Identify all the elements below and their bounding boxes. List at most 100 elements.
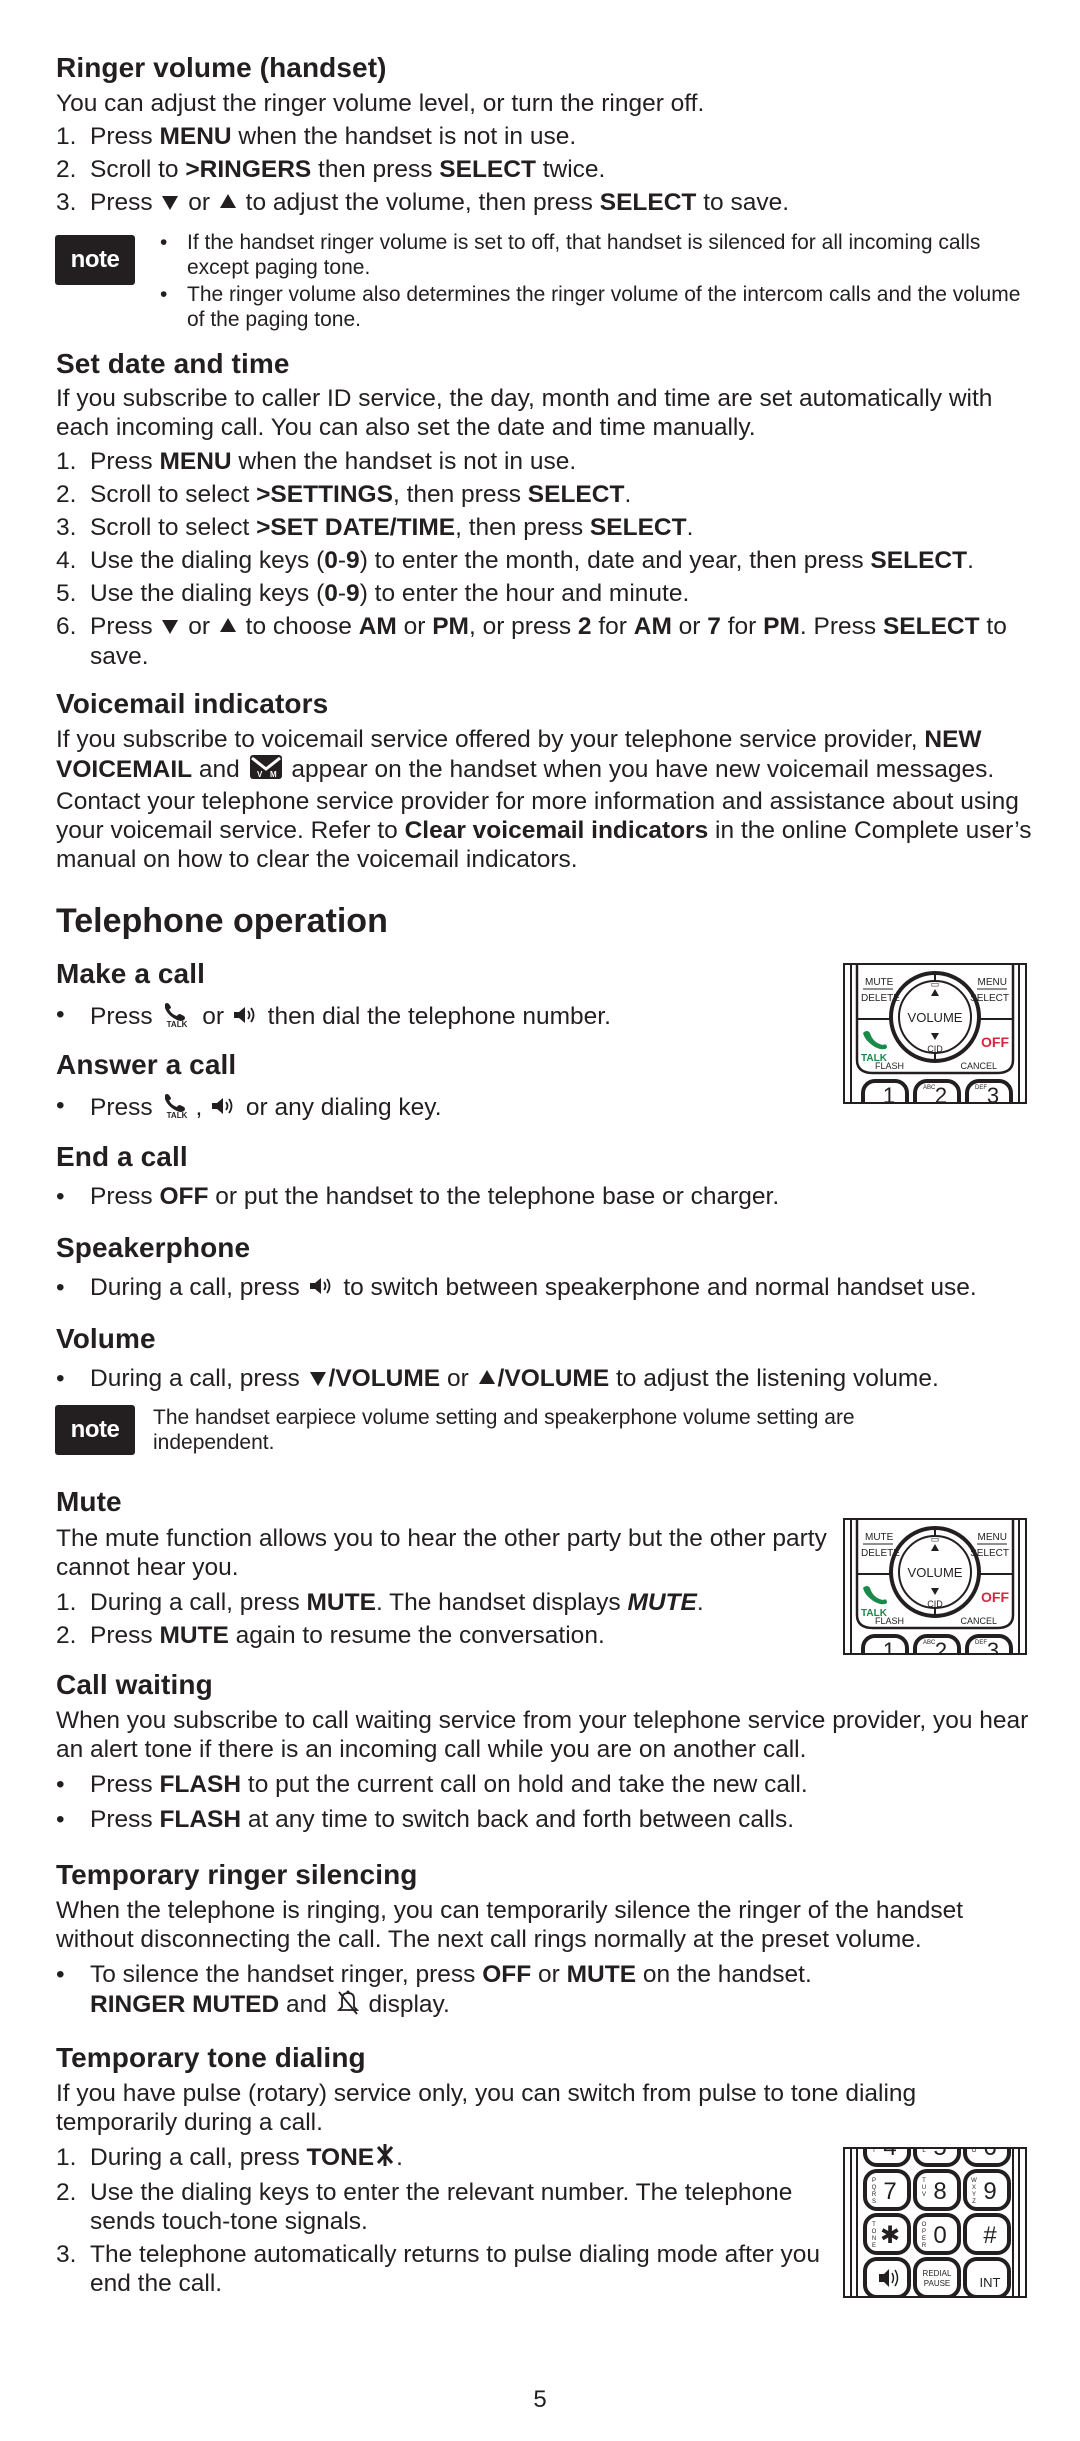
svg-text:E: E bbox=[922, 2236, 926, 2242]
svg-text:3: 3 bbox=[987, 1083, 999, 1104]
text-run: to put the current call on hold and take… bbox=[241, 1771, 808, 1798]
svg-text:Z: Z bbox=[972, 2199, 976, 2205]
list-item: 1. During a call, press TONE. bbox=[56, 2143, 826, 2174]
text-run: or bbox=[396, 613, 433, 640]
bold-term: /VOLUME bbox=[328, 1365, 441, 1392]
text-run: to switch between speakerphone and norma… bbox=[336, 1274, 977, 1301]
list-number: 2. bbox=[56, 2179, 77, 2207]
text-run: to save. bbox=[696, 189, 790, 216]
list-number: 1. bbox=[56, 123, 77, 150]
tone-star-icon bbox=[376, 2143, 394, 2174]
list-item: 1. Press MENU when the handset is not in … bbox=[56, 122, 1036, 151]
text-run: at any time to switch back and forth bet… bbox=[241, 1806, 794, 1833]
svg-text:DEF: DEF bbox=[975, 1640, 987, 1646]
svg-text:CANCEL: CANCEL bbox=[960, 1061, 997, 1071]
handset-keypad-illustration: 4GHI5JKL6MNO7PQRS8TUV9WXYZ✱TONE0OPER#RED… bbox=[843, 2147, 1027, 2298]
heading-ringer-volume: Ringer volume (handset) bbox=[56, 52, 387, 83]
list-item: 1. Press MENU when the handset is not in … bbox=[56, 447, 1041, 476]
bold-term: FLASH bbox=[159, 1771, 242, 1798]
text-run: or bbox=[440, 1365, 476, 1392]
note-badge: note bbox=[55, 1405, 135, 1455]
bold-term: >SET DATE/TIME bbox=[256, 514, 456, 541]
text-run: - bbox=[337, 547, 347, 574]
svg-text:R: R bbox=[872, 2192, 877, 2198]
date-steps: 1. Press MENU when the handset is not in … bbox=[56, 447, 1041, 675]
text-run: twice. bbox=[535, 156, 606, 183]
bold-term: 0 bbox=[324, 580, 338, 607]
text-run: . The handset displays bbox=[375, 1589, 628, 1616]
svg-text:E: E bbox=[872, 2243, 876, 2249]
bullet-dot: • bbox=[56, 1092, 65, 1119]
ringer-notes: • If the handset ringer volume is set to … bbox=[160, 230, 1040, 332]
call-waiting-intro: When you subscribe to call waiting servi… bbox=[56, 1707, 1029, 1763]
list-item: 3. Press or to adjust the volume, then pr… bbox=[56, 188, 1036, 218]
svg-text:T: T bbox=[872, 2222, 876, 2228]
svg-text:7: 7 bbox=[883, 2178, 896, 2205]
list-item: 2. Scroll to >RINGERS then press SELECT t… bbox=[56, 155, 1036, 184]
text-run: - bbox=[337, 580, 347, 607]
mute-steps: 1. During a call, press MUTE. The handset… bbox=[56, 1588, 836, 1654]
list-number: 4. bbox=[56, 547, 77, 574]
bold-term: MUTE bbox=[627, 1589, 697, 1616]
talk-icon: TALK bbox=[161, 1091, 193, 1126]
svg-text:V: V bbox=[922, 2192, 926, 2198]
text-run: Press bbox=[90, 1622, 160, 1649]
heading-tone-dialing: Temporary tone dialing bbox=[56, 2042, 366, 2073]
text-run: Use the dialing keys to enter the releva… bbox=[90, 2179, 793, 2236]
svg-text:O: O bbox=[922, 2222, 927, 2228]
svg-text:MUTE: MUTE bbox=[865, 977, 894, 988]
svg-text:✱: ✱ bbox=[880, 2222, 900, 2249]
heading-mute: Mute bbox=[56, 1486, 122, 1517]
bold-term: MUTE bbox=[159, 1622, 229, 1649]
bold-term: AM bbox=[633, 613, 672, 640]
text-run: to adjust the volume, then press bbox=[238, 189, 600, 216]
heading-voicemail: Voicemail indicators bbox=[56, 688, 329, 719]
svg-text:2: 2 bbox=[935, 1083, 947, 1104]
svg-text:CID: CID bbox=[927, 1044, 943, 1054]
heading-call-waiting: Call waiting bbox=[56, 1669, 213, 1700]
text-run: . bbox=[624, 481, 632, 508]
text-run: Press bbox=[90, 123, 160, 150]
svg-text:ABC: ABC bbox=[923, 1640, 936, 1646]
text-run: Use the dialing keys ( bbox=[90, 547, 325, 574]
bold-term: SELECT bbox=[870, 547, 968, 574]
speaker-icon bbox=[211, 1094, 237, 1123]
svg-text:6: 6 bbox=[983, 2149, 996, 2161]
svg-text:▭: ▭ bbox=[931, 1534, 940, 1544]
bullet-dot: • bbox=[56, 1183, 65, 1210]
list-number: 1. bbox=[56, 1589, 77, 1616]
list-number: 2. bbox=[56, 156, 77, 183]
bold-term: SELECT bbox=[599, 189, 697, 216]
svg-text:TALK: TALK bbox=[167, 1020, 188, 1028]
call-waiting-bullet: • Press FLASH to put the current call on … bbox=[56, 1770, 1041, 1799]
text-run: . Press bbox=[799, 613, 883, 640]
voicemail-paragraph: If you subscribe to voicemail service of… bbox=[56, 725, 1041, 874]
svg-text:Y: Y bbox=[972, 2192, 976, 2198]
svg-text:DELETE: DELETE bbox=[861, 993, 900, 1004]
list-number: 3. bbox=[56, 189, 77, 216]
text-run: Press bbox=[90, 1002, 160, 1030]
bold-term: SELECT bbox=[439, 156, 536, 183]
tone-dialing-steps: 1. During a call, press TONE. 2. Use the di… bbox=[56, 2143, 826, 2302]
handset-nav-illustration-mute: ▭ VOLUME CID MUTE DELETE MENU SELECT TAL… bbox=[843, 1518, 1027, 1655]
call-waiting-bullet: • Press FLASH at any time to switch back … bbox=[56, 1805, 1041, 1834]
svg-text:OFF: OFF bbox=[981, 1589, 1009, 1605]
make-call-bullet: • Press TALK or then dial the telephone n… bbox=[56, 1000, 816, 1035]
svg-text:ABC: ABC bbox=[923, 1085, 936, 1091]
volume-note-text: The handset earpiece volume setting and … bbox=[153, 1406, 855, 1454]
list-number: 6. bbox=[56, 613, 77, 640]
svg-text:O: O bbox=[872, 2229, 877, 2235]
text-run: Press bbox=[90, 1183, 160, 1210]
heading-ringer-silencing: Temporary ringer silencing bbox=[56, 1859, 418, 1890]
bold-term: 9 bbox=[346, 547, 360, 574]
list-item: 2. Use the dialing keys to enter the rele… bbox=[56, 2178, 826, 2236]
list-item: 2. Press MUTE again to resume the convers… bbox=[56, 1621, 836, 1650]
svg-text:0: 0 bbox=[933, 2222, 946, 2249]
list-number: 3. bbox=[56, 2241, 77, 2269]
text-run: , then press bbox=[392, 481, 528, 508]
text-run: to choose bbox=[238, 613, 359, 640]
bold-term: SELECT bbox=[589, 514, 687, 541]
talk-icon: TALK bbox=[161, 1000, 193, 1035]
text-run: Use the dialing keys ( bbox=[90, 580, 325, 607]
bold-term: Clear voicemail indicators bbox=[404, 817, 709, 844]
